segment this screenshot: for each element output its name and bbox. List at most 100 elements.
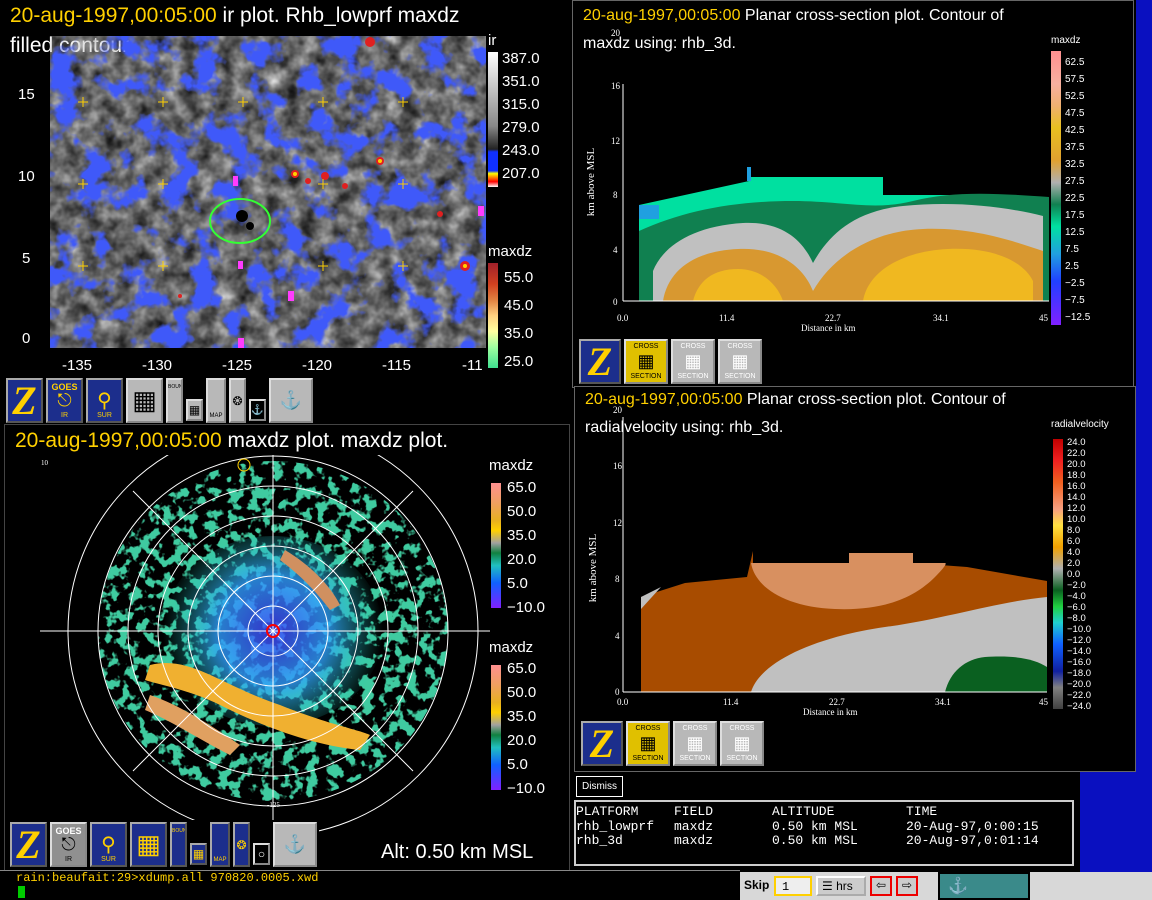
ship-platform-icon: ⚓ xyxy=(279,390,303,410)
xsec2-cb-value: −6.0 xyxy=(1067,602,1086,613)
goes-ir-button[interactable]: GOES ⎋ IR xyxy=(46,378,83,423)
arrow-right-icon: ⇨ xyxy=(901,878,913,892)
ir-satellite-map[interactable] xyxy=(50,36,486,348)
xsec1-cb-value: 12.5 xyxy=(1065,227,1085,238)
xsec2-cb-value: 0.0 xyxy=(1067,569,1081,580)
skip-unit: hrs xyxy=(836,879,853,893)
cube-icon: ▦ xyxy=(731,351,749,371)
ir-maxdz-cb-value: 35.0 xyxy=(504,325,534,342)
radar-circle-button[interactable]: ○ xyxy=(253,843,270,865)
info-row-2-altitude: 0.50 km MSL xyxy=(772,833,858,848)
skip-bar: Skip 1 ☰ hrs ⇦ ⇨ ⚓ xyxy=(740,872,1152,900)
ship-icon: ⚓ xyxy=(251,404,264,416)
radar-sur-button[interactable]: ⚲ SUR xyxy=(90,822,127,867)
xsec1-colorbar-label: maxdz xyxy=(1051,35,1081,46)
radar-ppi-plot[interactable] xyxy=(40,455,490,855)
xsec2-cb-value: −16.0 xyxy=(1067,657,1092,668)
step-forward-button[interactable]: ⇨ xyxy=(896,876,918,896)
xsec1-y-tick: 20 xyxy=(611,28,620,38)
xsec1-toolbar: Z CROSS ▦ SECTION CROSS ▦ SECTION CROSS ▦ SECT… xyxy=(577,337,764,386)
map-button[interactable]: MAP xyxy=(206,378,226,423)
wheel-button[interactable]: ❂ xyxy=(229,378,246,423)
xsec1-cross-section-button-2[interactable]: CROSS ▦ SECTION xyxy=(671,339,715,384)
xsec2-x-tick: 34.1 xyxy=(935,697,951,707)
xsec1-z-button[interactable]: Z xyxy=(579,339,621,384)
xsec2-plot[interactable] xyxy=(575,387,1135,717)
xsec1-ylabel: km above MSL xyxy=(585,147,598,217)
radar-table-button[interactable]: ▦ xyxy=(190,843,207,865)
radar-map-button[interactable]: MAP xyxy=(210,822,230,867)
ir-toolbar: Z GOES⎋ IR ⚲SUR ▦ BOUNDS ▦ MAP ❂ ⚓ ⚓ xyxy=(4,376,315,425)
xsec2-cb-value: 14.0 xyxy=(1067,492,1086,503)
step-back-button[interactable]: ⇦ xyxy=(870,876,892,896)
radar-tick-bottom: -125 xyxy=(267,801,280,809)
menu-icon: ☰ xyxy=(822,879,833,893)
ship-button[interactable]: ⚓ xyxy=(269,378,313,423)
radar-title-text: maxdz plot. maxdz plot. xyxy=(221,429,449,452)
ship-status-icon-box[interactable]: ⚓ xyxy=(938,872,1030,900)
xsec2-z-button[interactable]: Z xyxy=(581,721,623,766)
xsec2-cross-section-button-active[interactable]: CROSS ▦ SECTION xyxy=(626,721,670,766)
ir-panel: 20-aug-1997,00:05:00 ir plot. Rhb_lowprf… xyxy=(0,0,572,378)
bounds-button[interactable]: BOUNDS xyxy=(166,378,183,423)
xsec2-cb-value: −18.0 xyxy=(1067,668,1092,679)
dismiss-button[interactable]: Dismiss xyxy=(576,776,623,797)
xsec2-xlabel: Distance in km xyxy=(803,707,858,717)
radar-ship-button[interactable]: ⚓ xyxy=(273,822,317,867)
terminal-command-line: rain:beaufait:29>xdump.all 970820.0005.x… xyxy=(16,871,319,885)
section-label: SECTION xyxy=(677,373,709,380)
cube-icon: ▦ xyxy=(684,351,702,371)
xsec1-cross-section-button-active[interactable]: CROSS ▦ SECTION xyxy=(624,339,668,384)
skip-label: Skip xyxy=(744,878,770,892)
info-row-2-field: maxdz xyxy=(674,833,714,848)
zeb-z-button[interactable]: Z xyxy=(6,378,43,423)
ship-small-button[interactable]: ⚓ xyxy=(249,399,266,421)
ir-maxdz-colorbar xyxy=(488,263,498,368)
section-label: SECTION xyxy=(726,755,758,762)
terminal-window[interactable]: rain:beaufait:29>xdump.all 970820.0005.x… xyxy=(0,870,740,900)
sur-label: SUR xyxy=(97,412,112,419)
ir-y-tick-10: 10 xyxy=(18,168,35,185)
xsec2-panel: 20-aug-1997,00:05:00 Planar cross-sectio… xyxy=(574,386,1136,772)
info-header-field: FIELD xyxy=(674,804,714,819)
xsec2-cb-value: −8.0 xyxy=(1067,613,1086,624)
radar-grid-plot-button[interactable]: ▦ xyxy=(130,822,167,867)
table-icon: ▦ xyxy=(192,847,205,861)
xsec2-y-tick: 8 xyxy=(615,574,620,584)
wheel-icon: ❂ xyxy=(236,837,247,852)
xsec2-cross-section-button-3[interactable]: CROSS ▦ SECTION xyxy=(720,721,764,766)
xsec1-plot[interactable] xyxy=(573,1,1133,337)
xsec1-xlabel: Distance in km xyxy=(801,323,856,333)
sur-button[interactable]: ⚲ SUR xyxy=(86,378,123,423)
radar-cb-top-value: 65.0 xyxy=(507,479,537,496)
radar-wheel-button[interactable]: ❂ xyxy=(233,822,250,867)
radar-goes-ir-button[interactable]: GOES ⎋ IR xyxy=(50,822,87,867)
info-panel: Dismiss PLATFORM FIELD ALTITUDE TIME rhb… xyxy=(572,772,1080,872)
xsec1-cb-value: 52.5 xyxy=(1065,91,1085,102)
cross-label: CROSS xyxy=(729,725,755,732)
cross-label: CROSS xyxy=(682,725,708,732)
cube-icon: ▦ xyxy=(639,733,657,753)
radar-zeb-z-button[interactable]: Z xyxy=(10,822,47,867)
skip-unit-button[interactable]: ☰ hrs xyxy=(816,876,866,896)
xsec2-colorbar-values: 24.0 22.0 20.0 18.0 16.0 14.0 12.0 10.0 8.0 6.0 4.… xyxy=(1067,437,1127,713)
info-row-2-platform: rhb_3d xyxy=(576,833,623,848)
desktop-edge-bottom xyxy=(1080,772,1152,872)
xsec2-cross-section-button-2[interactable]: CROSS ▦ SECTION xyxy=(673,721,717,766)
radar-bounds-button[interactable]: BOUNDS xyxy=(170,822,187,867)
ir-cb-value: 315.0 xyxy=(502,96,540,113)
grid-icon: ▦ xyxy=(132,385,157,415)
info-header-time: TIME xyxy=(906,804,938,819)
radar-cb-top-value: 35.0 xyxy=(507,527,537,544)
ir-y-tick-15: 15 xyxy=(18,86,35,103)
xsec2-cb-value: 4.0 xyxy=(1067,547,1081,558)
xsec1-cb-value: 22.5 xyxy=(1065,193,1085,204)
xsec2-y-tick: 16 xyxy=(613,461,622,471)
ir-maxdz-cb-value: 45.0 xyxy=(504,297,534,314)
skip-input[interactable]: 1 xyxy=(774,876,812,896)
z-logo-icon: Z xyxy=(587,339,613,384)
table-button[interactable]: ▦ xyxy=(186,399,203,421)
xsec2-cb-value: 16.0 xyxy=(1067,481,1086,492)
xsec1-cross-section-button-3[interactable]: CROSS ▦ SECTION xyxy=(718,339,762,384)
grid-plot-button[interactable]: ▦ xyxy=(126,378,163,423)
